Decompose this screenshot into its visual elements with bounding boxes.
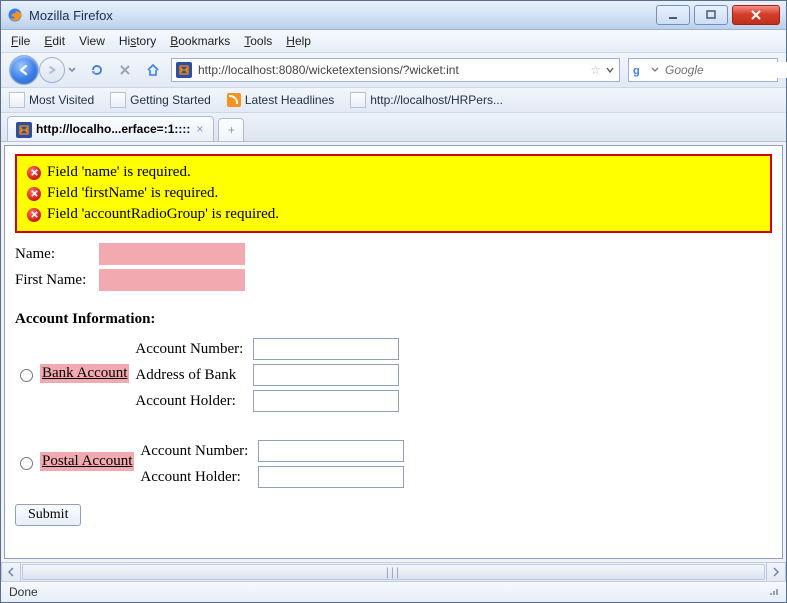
menu-bookmarks[interactable]: Bookmarks bbox=[170, 34, 230, 48]
title-bar[interactable]: Mozilla Firefox bbox=[1, 1, 786, 30]
browser-search[interactable]: g bbox=[628, 58, 778, 82]
url-input[interactable] bbox=[196, 62, 586, 78]
postal-account-group: Postal Account Account Number: Account H… bbox=[15, 440, 772, 488]
account-holder-label: Account Holder: bbox=[140, 469, 252, 486]
address-bar[interactable]: ☆ bbox=[171, 58, 620, 82]
name-input[interactable] bbox=[99, 243, 245, 265]
bank-address-label: Address of Bank bbox=[135, 367, 247, 384]
submit-button[interactable]: Submit bbox=[15, 504, 81, 526]
hr-link[interactable]: http://localhost/HRPers... bbox=[350, 92, 503, 108]
home-button[interactable] bbox=[143, 60, 163, 80]
error-text: Field 'firstName' is required. bbox=[47, 185, 218, 202]
minimize-button[interactable] bbox=[656, 5, 690, 25]
bank-account-group: Bank Account Account Number: Address of … bbox=[15, 338, 772, 412]
back-button[interactable] bbox=[9, 55, 39, 85]
page-content: Field 'name' is required. Field 'firstNa… bbox=[4, 145, 783, 559]
name-label: Name: bbox=[15, 246, 93, 263]
search-input[interactable] bbox=[663, 62, 787, 78]
latest-headlines[interactable]: Latest Headlines bbox=[227, 93, 334, 107]
status-bar: Done bbox=[1, 581, 786, 602]
site-icon bbox=[16, 122, 30, 136]
page-icon bbox=[350, 92, 366, 108]
status-text: Done bbox=[9, 585, 38, 599]
resize-grip-icon[interactable] bbox=[770, 589, 778, 595]
menu-history[interactable]: History bbox=[119, 34, 156, 48]
postal-account-holder-input[interactable] bbox=[258, 466, 404, 488]
menu-bar: File Edit View History Bookmarks Tools H… bbox=[1, 30, 786, 53]
error-item: Field 'accountRadioGroup' is required. bbox=[27, 204, 760, 225]
bank-account-label[interactable]: Bank Account bbox=[40, 364, 129, 383]
bank-account-number-input[interactable] bbox=[253, 338, 399, 360]
forward-button[interactable] bbox=[39, 57, 65, 83]
scroll-left-button[interactable] bbox=[1, 562, 21, 582]
bank-account-holder-input[interactable] bbox=[253, 390, 399, 412]
reload-button[interactable] bbox=[87, 60, 107, 80]
tab-close-icon[interactable]: × bbox=[196, 122, 203, 136]
active-tab[interactable]: http://localho...erface=:1:::: × bbox=[7, 116, 214, 141]
stop-button[interactable] bbox=[115, 60, 135, 80]
account-section-title: Account Information: bbox=[15, 311, 772, 328]
error-text: Field 'name' is required. bbox=[47, 164, 191, 181]
page-icon bbox=[9, 92, 25, 108]
tab-bar: http://localho...erface=:1:::: × + bbox=[1, 113, 786, 142]
scroll-right-button[interactable] bbox=[766, 562, 786, 582]
postal-account-number-input[interactable] bbox=[258, 440, 404, 462]
bookmark-star-icon[interactable]: ☆ bbox=[590, 63, 601, 77]
search-dropdown-icon[interactable] bbox=[651, 66, 659, 74]
account-holder-label: Account Holder: bbox=[135, 393, 247, 410]
menu-view[interactable]: View bbox=[79, 34, 105, 48]
page-icon bbox=[110, 92, 126, 108]
history-dropdown[interactable] bbox=[65, 56, 79, 84]
account-number-label: Account Number: bbox=[135, 341, 247, 358]
menu-edit[interactable]: Edit bbox=[44, 34, 65, 48]
menu-tools[interactable]: Tools bbox=[244, 34, 272, 48]
menu-file[interactable]: File bbox=[11, 34, 30, 48]
window-controls bbox=[656, 5, 780, 25]
new-tab-button[interactable]: + bbox=[218, 118, 244, 141]
most-visited[interactable]: Most Visited bbox=[9, 92, 94, 108]
application-window: Mozilla Firefox File Edit View History B… bbox=[0, 0, 787, 603]
firefox-icon bbox=[7, 7, 23, 23]
error-icon bbox=[27, 187, 41, 201]
url-dropdown-icon[interactable] bbox=[605, 65, 615, 75]
google-icon: g bbox=[633, 63, 647, 77]
postal-account-radio[interactable] bbox=[20, 457, 33, 470]
firstname-label: First Name: bbox=[15, 272, 93, 289]
form: Name: First Name: Account Information: B… bbox=[15, 241, 772, 526]
menu-help[interactable]: Help bbox=[286, 34, 311, 48]
tab-label: http://localho...erface=:1:::: bbox=[36, 122, 190, 136]
validation-feedback: Field 'name' is required. Field 'firstNa… bbox=[15, 154, 772, 233]
bookmarks-bar: Most Visited Getting Started Latest Head… bbox=[1, 88, 786, 113]
error-item: Field 'name' is required. bbox=[27, 162, 760, 183]
bank-account-radio[interactable] bbox=[20, 369, 33, 382]
nav-toolbar: ☆ g bbox=[1, 53, 786, 88]
window-title: Mozilla Firefox bbox=[29, 8, 650, 23]
svg-text:g: g bbox=[633, 65, 640, 77]
error-icon bbox=[27, 208, 41, 222]
error-icon bbox=[27, 166, 41, 180]
getting-started[interactable]: Getting Started bbox=[110, 92, 211, 108]
account-number-label: Account Number: bbox=[140, 443, 252, 460]
maximize-button[interactable] bbox=[694, 5, 728, 25]
scroll-thumb[interactable]: ||| bbox=[22, 564, 765, 580]
bank-address-input[interactable] bbox=[253, 364, 399, 386]
firstname-input[interactable] bbox=[99, 269, 245, 291]
horizontal-scrollbar[interactable]: ||| bbox=[1, 562, 786, 581]
error-item: Field 'firstName' is required. bbox=[27, 183, 760, 204]
close-button[interactable] bbox=[732, 5, 780, 25]
postal-account-label[interactable]: Postal Account bbox=[40, 452, 134, 471]
site-icon bbox=[176, 62, 192, 78]
rss-icon bbox=[227, 93, 241, 107]
error-text: Field 'accountRadioGroup' is required. bbox=[47, 206, 279, 223]
